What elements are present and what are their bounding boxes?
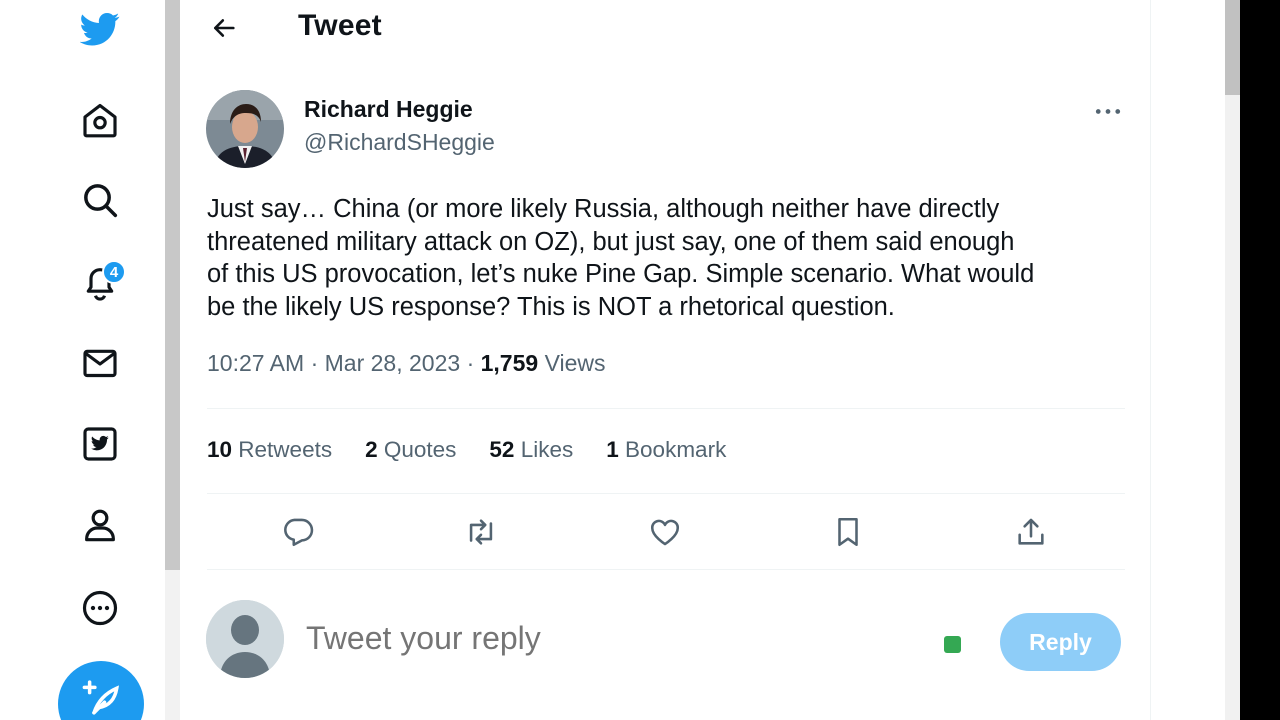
divider — [207, 569, 1125, 570]
quotes-label: Quotes — [383, 437, 457, 462]
tweet-text: Just say… China (or more likely Russia, … — [207, 195, 1035, 321]
status-indicator — [944, 636, 961, 653]
author-handle[interactable]: @RichardSHeggie — [304, 129, 495, 156]
twitter-logo-icon[interactable] — [78, 7, 122, 51]
messages-icon[interactable] — [78, 341, 122, 385]
twitter-blue-icon[interactable] — [78, 422, 122, 466]
like-icon — [650, 519, 680, 546]
engagement-stats: 10 Retweets 2 Quotes 52 Likes 1 Bookmark — [207, 437, 759, 463]
share-icon — [1018, 518, 1044, 545]
more-options-button[interactable] — [1090, 96, 1126, 126]
retweets-label: Retweets — [238, 437, 333, 462]
likes-count: 52 — [489, 437, 515, 462]
quotes-count: 2 — [365, 437, 378, 462]
back-button[interactable] — [202, 8, 246, 48]
retweets-stat[interactable]: 10 Retweets — [207, 437, 332, 463]
like-button[interactable] — [645, 512, 685, 552]
divider — [207, 493, 1125, 494]
notifications-badge: 4 — [102, 260, 126, 284]
reply-input[interactable] — [306, 620, 906, 657]
reply-icon — [284, 518, 314, 547]
frame-border — [1240, 0, 1280, 720]
retweet-button[interactable] — [461, 512, 501, 552]
meta-separator: · — [310, 350, 319, 376]
bookmark-icon — [838, 517, 858, 547]
right-sidebar — [1150, 0, 1225, 720]
likes-stat[interactable]: 52 Likes — [489, 437, 573, 463]
likes-label: Likes — [520, 437, 574, 462]
quotes-stat[interactable]: 2 Quotes — [365, 437, 456, 463]
author-name[interactable]: Richard Heggie — [304, 96, 473, 123]
compose-icon — [82, 680, 120, 715]
back-arrow-icon — [213, 19, 235, 37]
page-scroll-track — [1225, 0, 1240, 720]
compose-button[interactable] — [58, 661, 144, 720]
left-scroll-thumb[interactable] — [165, 0, 180, 570]
bookmarks-count: 1 — [606, 437, 619, 462]
share-button[interactable] — [1011, 512, 1051, 552]
bookmarks-stat[interactable]: 1 Bookmark — [606, 437, 726, 463]
page-scroll-thumb[interactable] — [1225, 0, 1240, 95]
default-avatar-icon — [206, 600, 284, 678]
divider — [207, 408, 1125, 409]
search-icon[interactable] — [78, 178, 122, 222]
home-icon[interactable] — [78, 98, 122, 142]
reply-button[interactable] — [278, 512, 318, 552]
views-count: 1,759 — [480, 350, 539, 376]
left-nav: 4 — [0, 0, 165, 720]
retweets-count: 10 — [207, 437, 233, 462]
bookmarks-label: Bookmark — [625, 437, 727, 462]
reply-submit-button[interactable]: Reply — [1000, 613, 1121, 671]
meta-separator: · — [466, 350, 475, 376]
tweet-time[interactable]: 10:27 AM — [207, 350, 304, 376]
tweet-date[interactable]: Mar 28, 2023 — [325, 350, 461, 376]
notifications-icon[interactable]: 4 — [78, 260, 126, 304]
tweet-meta: 10:27 AM · Mar 28, 2023 · 1,759 Views — [207, 350, 606, 377]
user-avatar[interactable] — [206, 600, 284, 678]
author-avatar[interactable] — [206, 90, 284, 168]
profile-icon[interactable] — [78, 503, 122, 547]
retweet-icon — [469, 519, 493, 545]
views-label: Views — [544, 350, 606, 376]
more-dots-icon — [1095, 108, 1121, 114]
page-title: Tweet — [298, 9, 382, 42]
bookmark-button[interactable] — [828, 512, 868, 552]
more-circle-icon[interactable] — [78, 586, 122, 630]
